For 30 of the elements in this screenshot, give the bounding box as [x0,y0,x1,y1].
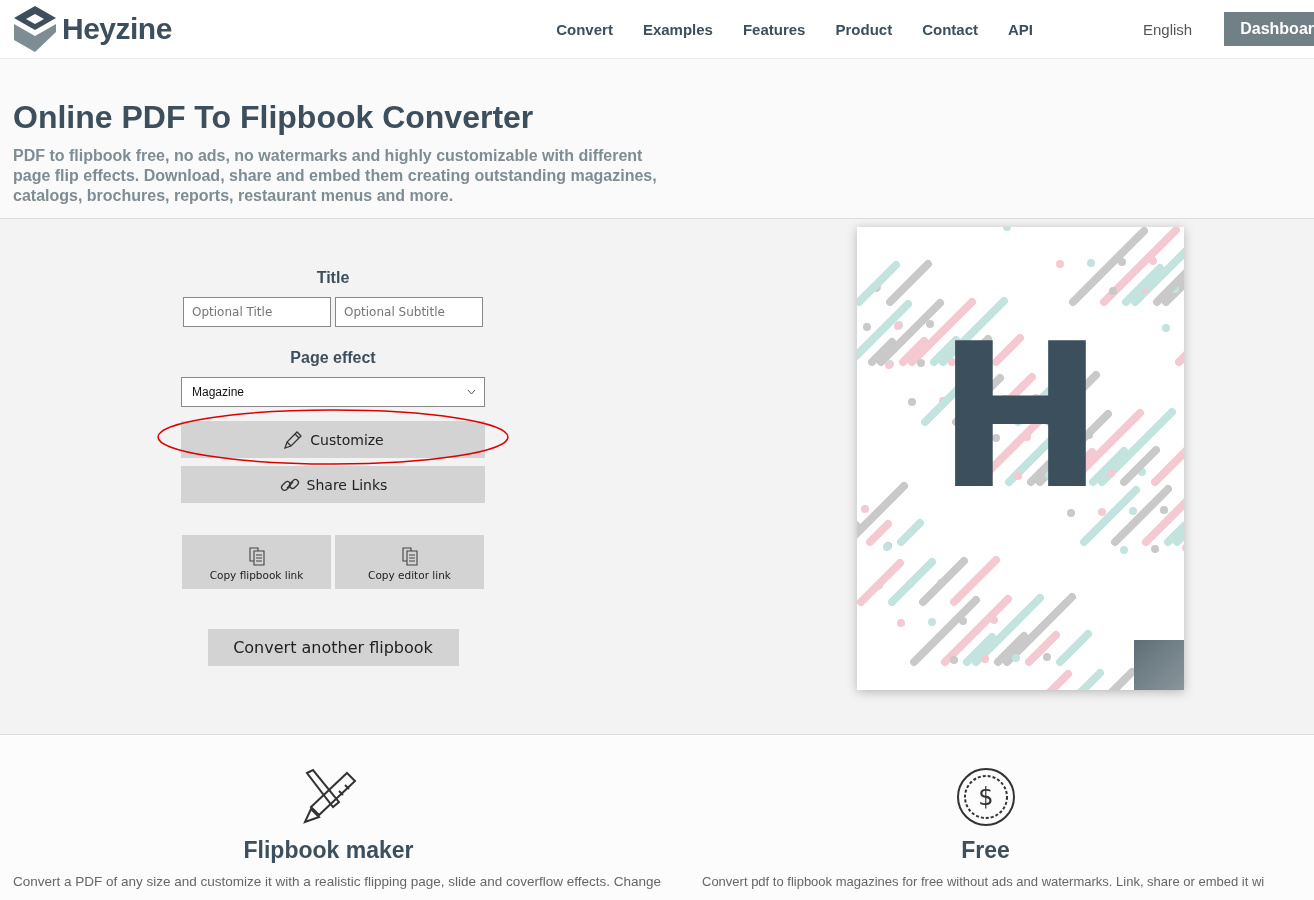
nav-link[interactable]: Examples [642,20,713,38]
copy-link-button[interactable]: Copy editor link [335,535,484,589]
logo-icon [12,4,58,54]
nav-link[interactable]: Convert [556,20,613,38]
page-subtitle: PDF to flipbook free, no ads, no watermarks and highly customizable with different page flip effects. Download, share and embed them creating outstanding magazines, catalogs, brochures, reports, restaurant menus and more. [13,146,658,206]
language-selector[interactable]: English [1143,20,1193,38]
dollar-coin-icon: $ [955,767,1016,827]
logo-text[interactable]: Heyzine [62,12,172,46]
page-effect-heading: Page effect [290,349,376,367]
page-curl[interactable] [1134,640,1184,690]
share-links-button[interactable]: Share Links [181,466,485,503]
cover-letter: H [935,317,1106,517]
customize-button[interactable]: Customize [181,421,485,458]
nav-link[interactable]: Contact [922,20,978,38]
flipbook-cover[interactable]: H [857,227,1184,690]
feature-description: Convert a PDF of any size and customize it with a realistic flipping page, slide and coverflow effects. Change [12,874,662,889]
title-field[interactable]: Optional Title [183,297,331,327]
subtitle-field[interactable]: Optional Subtitle [335,297,483,327]
nav-link[interactable]: Product [835,20,893,38]
feature-title: Free [961,837,1010,864]
page-title: Online PDF To Flipbook Converter [13,99,535,136]
page-effect-dropdown[interactable]: Magazine [181,377,485,407]
feature-title: Flipbook maker [243,837,414,864]
copy-link-button[interactable]: Copy flipbook link [182,535,331,589]
dashboard-button[interactable]: Dashboar [1224,12,1314,46]
nav-link[interactable]: API [1008,20,1033,38]
chevron-down-icon [467,389,476,395]
title-heading: Title [316,269,350,287]
nav-link[interactable]: Features [742,20,806,38]
convert-another-button[interactable]: Convert another flipbook [207,629,459,666]
